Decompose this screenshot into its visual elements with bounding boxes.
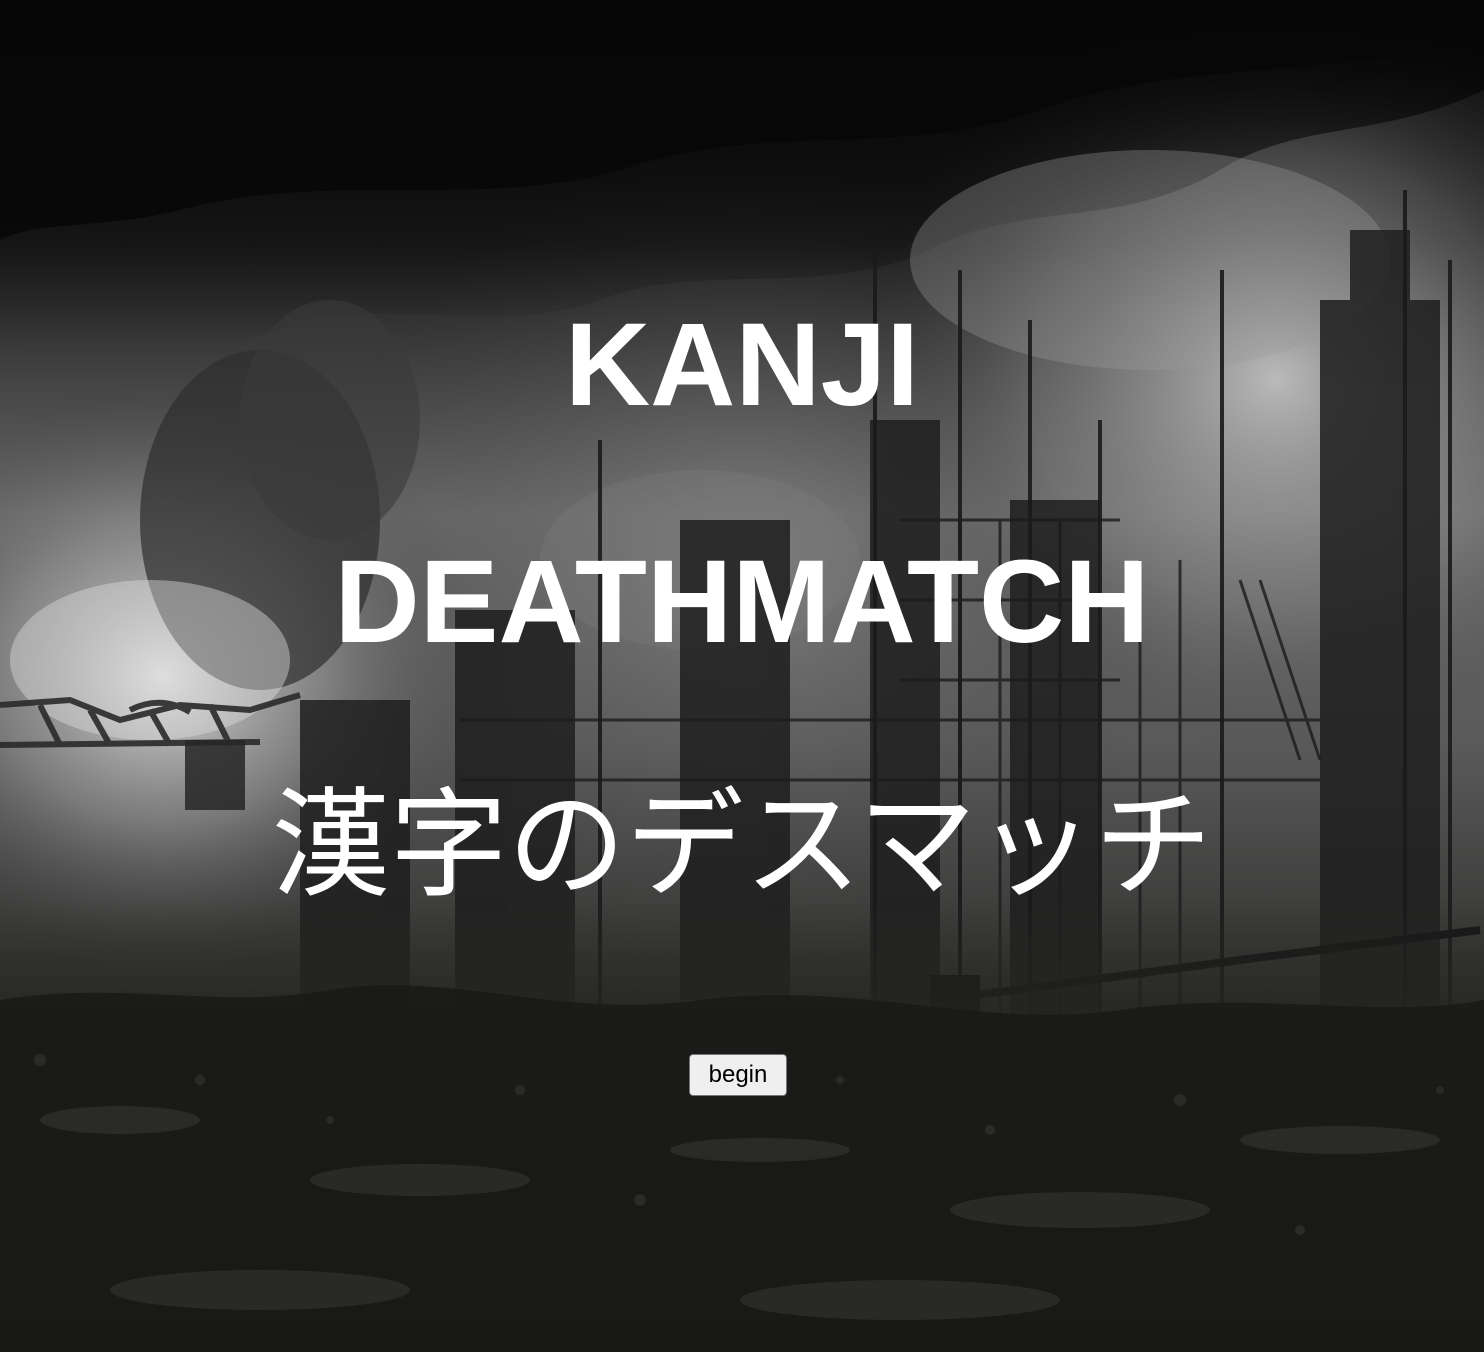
title-line-english-1: KANJI	[564, 299, 920, 431]
game-title-screen: KANJI DEATHMATCH 漢字のデスマッチ begin	[0, 0, 1484, 1352]
begin-button[interactable]: begin	[689, 1054, 787, 1096]
background-ruined-city-image	[0, 0, 1484, 1352]
title-line-japanese: 漢字のデスマッチ	[271, 776, 1213, 914]
title-line-english-2: DEATHMATCH	[334, 536, 1150, 668]
